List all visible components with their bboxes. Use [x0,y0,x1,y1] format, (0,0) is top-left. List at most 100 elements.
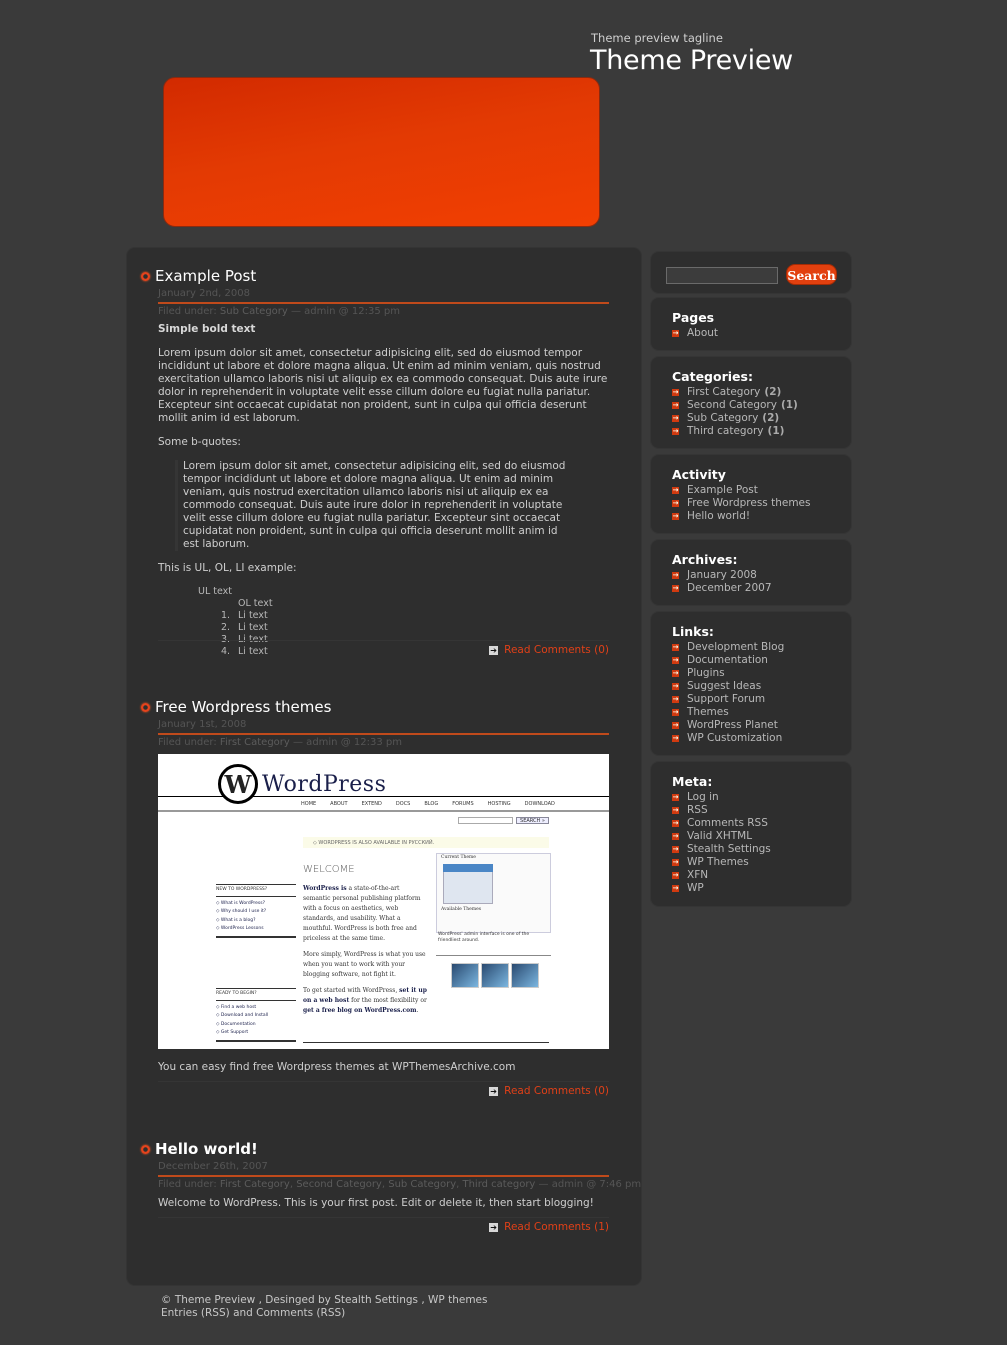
sidebar-item-about[interactable]: → About [672,327,718,340]
post-bullet-icon [141,271,150,281]
footer-themes-link[interactable]: WP themes [428,1294,487,1306]
post-meta: Filed under: Sub Category — admin @ 12:3… [158,306,400,317]
post-meta: Filed under: First Category — admin @ 12… [158,737,402,748]
post-body: Simple bold text Lorem ipsum dolor sit a… [158,323,609,658]
widget-title: Archives: [672,552,738,567]
arrow-right-icon: → [672,427,679,435]
post-divider [158,302,609,304]
sidebar-item-archive[interactable]: → January 2008 [672,569,772,582]
arrow-right-icon: → [672,512,679,520]
category-link[interactable]: Second Category [296,1179,382,1190]
footer-comments-rss-link[interactable]: Comments [256,1307,313,1319]
sidebar-item-link[interactable]: → WP Customization [672,732,784,745]
links-widget: Links: → Development Blog → Documentation … [651,612,851,755]
arrow-right-icon: → [672,695,679,703]
arrow-right-icon: → [672,486,679,494]
arrow-right-icon: → [672,806,679,814]
post-date: January 2nd, 2008 [158,288,250,299]
arrow-right-icon: → [672,682,679,690]
sidebar-item-meta[interactable]: → XFN [672,869,771,882]
sidebar-item-meta[interactable]: → RSS [672,804,771,817]
arrow-right-icon: → [672,571,679,579]
arrow-right-icon: → [672,401,679,409]
blockquote: Lorem ipsum dolor sit amet, consectetur … [175,460,575,551]
sidebar-item-category[interactable]: → Third category (1) [672,425,798,438]
sidebar-item-link[interactable]: → Documentation [672,654,784,667]
sidebar-item-link[interactable]: → Themes [672,706,784,719]
category-link[interactable]: First Category [220,737,290,748]
sidebar-item-archive[interactable]: → December 2007 [672,582,772,595]
category-link[interactable]: Third category [462,1179,535,1190]
post-divider [158,1175,609,1177]
category-link[interactable]: First Category [220,1179,290,1190]
footer-designer-link[interactable]: Stealth Settings [334,1294,418,1306]
post: Example Post January 2nd, 2008 Filed und… [127,266,641,666]
footer-site-link[interactable]: Theme Preview [175,1294,255,1306]
post-title-link[interactable]: Free Wordpress themes [155,698,331,716]
sidebar-item-meta[interactable]: → Log in [672,791,771,804]
archives-widget: Archives: → January 2008 → December 2007 [651,540,851,605]
arrow-right-icon: → [672,819,679,827]
post-title-link[interactable]: Example Post [155,267,256,285]
wordpress-logo-icon: W [218,764,258,804]
arrow-right-icon: ➔ [489,1222,499,1232]
meta-widget: Meta: → Log in → RSS → Comments RSS → Valid … [651,762,851,906]
read-comments-link[interactable]: Read Comments (1) [504,1221,609,1233]
sidebar-item-link[interactable]: → WordPress Planet [672,719,784,732]
activity-widget: Activity → Example Post → Free Wordpress t… [651,455,851,533]
sidebar-item-meta[interactable]: → Stealth Settings [672,843,771,856]
ol-text: OL text [238,598,273,609]
category-link[interactable]: Sub Category [388,1179,456,1190]
site-title[interactable]: Theme Preview [590,45,793,76]
category-link[interactable]: Sub Category [220,306,288,317]
wordpress-screenshot-image: W WordPress HOME ABOUT EXTEND DOCS BLOG … [158,754,609,1049]
post-footer-divider [158,1217,609,1218]
read-comments-link[interactable]: Read Comments (0) [504,644,609,656]
post-date: December 26th, 2007 [158,1161,268,1172]
sidebar-item-activity[interactable]: → Free Wordpress themes [672,497,811,510]
sidebar-item-link[interactable]: → Support Forum [672,693,784,706]
post-paragraph: Lorem ipsum dolor sit amet, consectetur … [158,347,608,424]
read-comments-link[interactable]: Read Comments (0) [504,1085,609,1097]
footer-entries-rss-link[interactable]: Entries [161,1307,198,1319]
sidebar-item-activity[interactable]: → Hello world! [672,510,811,523]
list-item: 2. Li text [221,622,268,633]
sidebar-item-category[interactable]: → First Category (2) [672,386,798,399]
post-divider [158,733,609,735]
arrow-right-icon: → [672,793,679,801]
arrow-right-icon: ➔ [489,645,499,655]
site-tagline: Theme preview tagline [591,31,723,45]
wordpress-logo: W WordPress [218,764,386,804]
sidebar-item-link[interactable]: → Development Blog [672,641,784,654]
arrow-right-icon: → [672,845,679,853]
arrow-right-icon: → [672,388,679,396]
arrow-right-icon: → [672,832,679,840]
sidebar-item-meta[interactable]: → Comments RSS [672,817,771,830]
sidebar-item-meta[interactable]: → WP [672,882,771,895]
widget-title: Categories: [672,369,753,384]
arrow-right-icon: → [672,871,679,879]
search-widget: Search [651,252,851,293]
arrow-right-icon: → [672,884,679,892]
search-button[interactable]: Search [786,264,837,285]
quotes-label: Some b-quotes: [158,436,241,448]
sidebar-item-meta[interactable]: → Valid XHTML [672,830,771,843]
arrow-right-icon: → [672,499,679,507]
sidebar-item-category[interactable]: → Sub Category (2) [672,412,798,425]
post-date: January 1st, 2008 [158,719,247,730]
post: Hello world! December 26th, 2007 Filed u… [127,1139,641,1239]
post-title-link[interactable]: Hello world! [155,1140,258,1158]
header-banner [163,77,600,227]
wordpress-themes-link[interactable]: Wordpress themes [277,1061,375,1073]
sidebar-item-category[interactable]: → Second Category (1) [672,399,798,412]
arrow-right-icon: ➔ [489,1086,499,1096]
sidebar-item-activity[interactable]: → Example Post [672,484,811,497]
search-input[interactable] [666,267,778,284]
arrow-right-icon: → [672,643,679,651]
arrow-right-icon: → [672,858,679,866]
sidebar-item-link[interactable]: → Suggest Ideas [672,680,784,693]
arrow-right-icon: → [672,708,679,716]
sidebar-item-link[interactable]: → Plugins [672,667,784,680]
sidebar-item-meta[interactable]: → WP Themes [672,856,771,869]
categories-widget: Categories: → First Category (2) → Second C… [651,357,851,448]
